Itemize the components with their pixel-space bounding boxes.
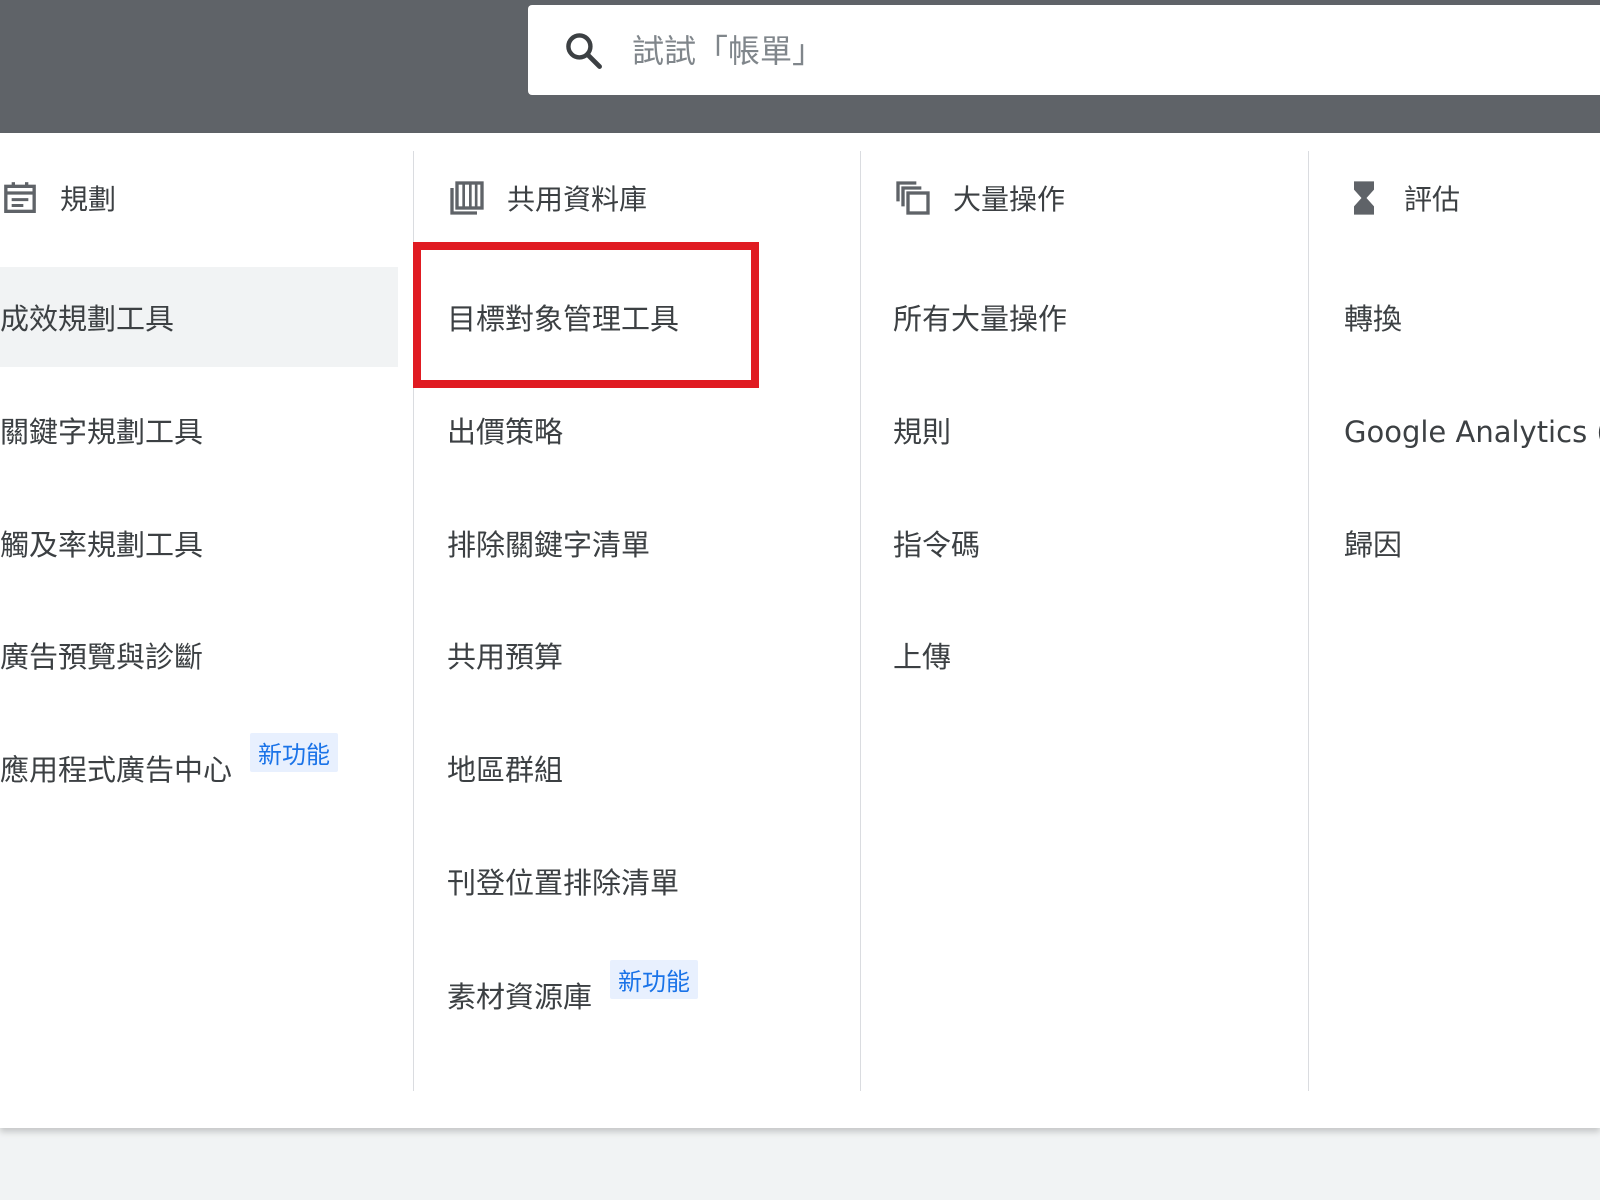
- menu-item-performance-planner[interactable]: 成效規劃工具: [0, 267, 398, 367]
- menu-item-label: 成效規劃工具: [0, 302, 175, 336]
- menu-item-reach-planner[interactable]: 觸及率規劃工具: [0, 493, 398, 593]
- menu-item-keyword-planner[interactable]: 關鍵字規劃工具: [0, 380, 398, 480]
- search-input[interactable]: [632, 23, 1532, 79]
- menu-item-label: 共用預算: [447, 640, 564, 674]
- column-divider: [860, 151, 861, 1091]
- hourglass-icon: [1354, 181, 1374, 215]
- menu-item-label: Google Analytics (分: [1344, 415, 1600, 449]
- menu-item-bid-strategies[interactable]: 出價策略: [447, 380, 837, 480]
- menu-item-label: 刊登位置排除清單: [447, 866, 680, 900]
- menu-item-label: 關鍵字規劃工具: [0, 415, 204, 449]
- library-icon: [450, 181, 484, 215]
- menu-item-app-advertising-hub[interactable]: 應用程式廣告中心 新功能: [0, 718, 398, 818]
- menu-item-label: 素材資源庫: [447, 980, 593, 1014]
- column-header-measurement: 評估: [1344, 173, 1460, 223]
- menu-item-label: 上傳: [893, 640, 952, 674]
- menu-item-label: 歸因: [1344, 528, 1403, 562]
- menu-item-placement-exclusion-lists[interactable]: 刊登位置排除清單: [447, 831, 837, 931]
- column-divider: [1308, 151, 1309, 1091]
- menu-item-label: 指令碼: [893, 528, 981, 562]
- column-header-label: 規劃: [60, 183, 117, 216]
- menu-item-label: 所有大量操作: [893, 302, 1068, 336]
- menu-item-label: 觸及率規劃工具: [0, 528, 204, 562]
- search-box[interactable]: [528, 5, 1600, 95]
- copy-icon: [896, 181, 930, 215]
- menu-item-label: 排除關鍵字清單: [447, 528, 651, 562]
- menu-item-label: 規則: [893, 415, 952, 449]
- top-bar: [0, 0, 1600, 133]
- menu-item-label: 轉換: [1344, 302, 1403, 336]
- menu-item-label: 目標對象管理工具: [447, 302, 680, 336]
- menu-item-negative-keyword-lists[interactable]: 排除關鍵字清單: [447, 493, 837, 593]
- column-divider: [413, 151, 414, 1091]
- menu-item-shared-budgets[interactable]: 共用預算: [447, 605, 837, 705]
- menu-item-all-bulk-actions[interactable]: 所有大量操作: [893, 267, 1283, 367]
- menu-item-label: 地區群組: [447, 753, 564, 787]
- new-feature-badge: 新功能: [250, 732, 339, 772]
- column-header-planning: 規劃: [0, 173, 116, 223]
- menu-item-ad-preview[interactable]: 廣告預覽與診斷: [0, 605, 398, 705]
- search-icon[interactable]: [562, 29, 606, 73]
- calendar-icon: [4, 182, 36, 213]
- menu-item-rules[interactable]: 規則: [893, 380, 1283, 480]
- menu-item-uploads[interactable]: 上傳: [893, 605, 1283, 705]
- new-feature-badge: 新功能: [610, 959, 699, 999]
- column-header-label: 共用資料庫: [507, 183, 648, 216]
- menu-item-asset-library[interactable]: 素材資源庫 新功能: [447, 945, 837, 1045]
- tools-menu-panel: 規劃 成效規劃工具 關鍵字規劃工具 觸及率規劃工具 廣告預覽與診斷 應用程式廣告…: [0, 133, 1600, 1128]
- column-header-bulk-actions: 大量操作: [893, 173, 1065, 223]
- menu-item-label: 應用程式廣告中心: [0, 753, 233, 787]
- column-header-label: 大量操作: [953, 183, 1066, 216]
- column-header-label: 評估: [1404, 183, 1461, 216]
- menu-item-label: 廣告預覽與診斷: [0, 640, 204, 674]
- menu-item-audience-manager[interactable]: 目標對象管理工具: [447, 267, 837, 367]
- menu-item-attribution[interactable]: 歸因: [1344, 493, 1600, 593]
- menu-item-conversions[interactable]: 轉換: [1344, 267, 1600, 367]
- menu-item-label: 出價策略: [447, 415, 564, 449]
- menu-item-google-analytics[interactable]: Google Analytics (分: [1344, 380, 1600, 480]
- menu-item-location-groups[interactable]: 地區群組: [447, 718, 837, 818]
- menu-item-scripts[interactable]: 指令碼: [893, 493, 1283, 593]
- column-header-shared-library: 共用資料庫: [447, 173, 647, 223]
